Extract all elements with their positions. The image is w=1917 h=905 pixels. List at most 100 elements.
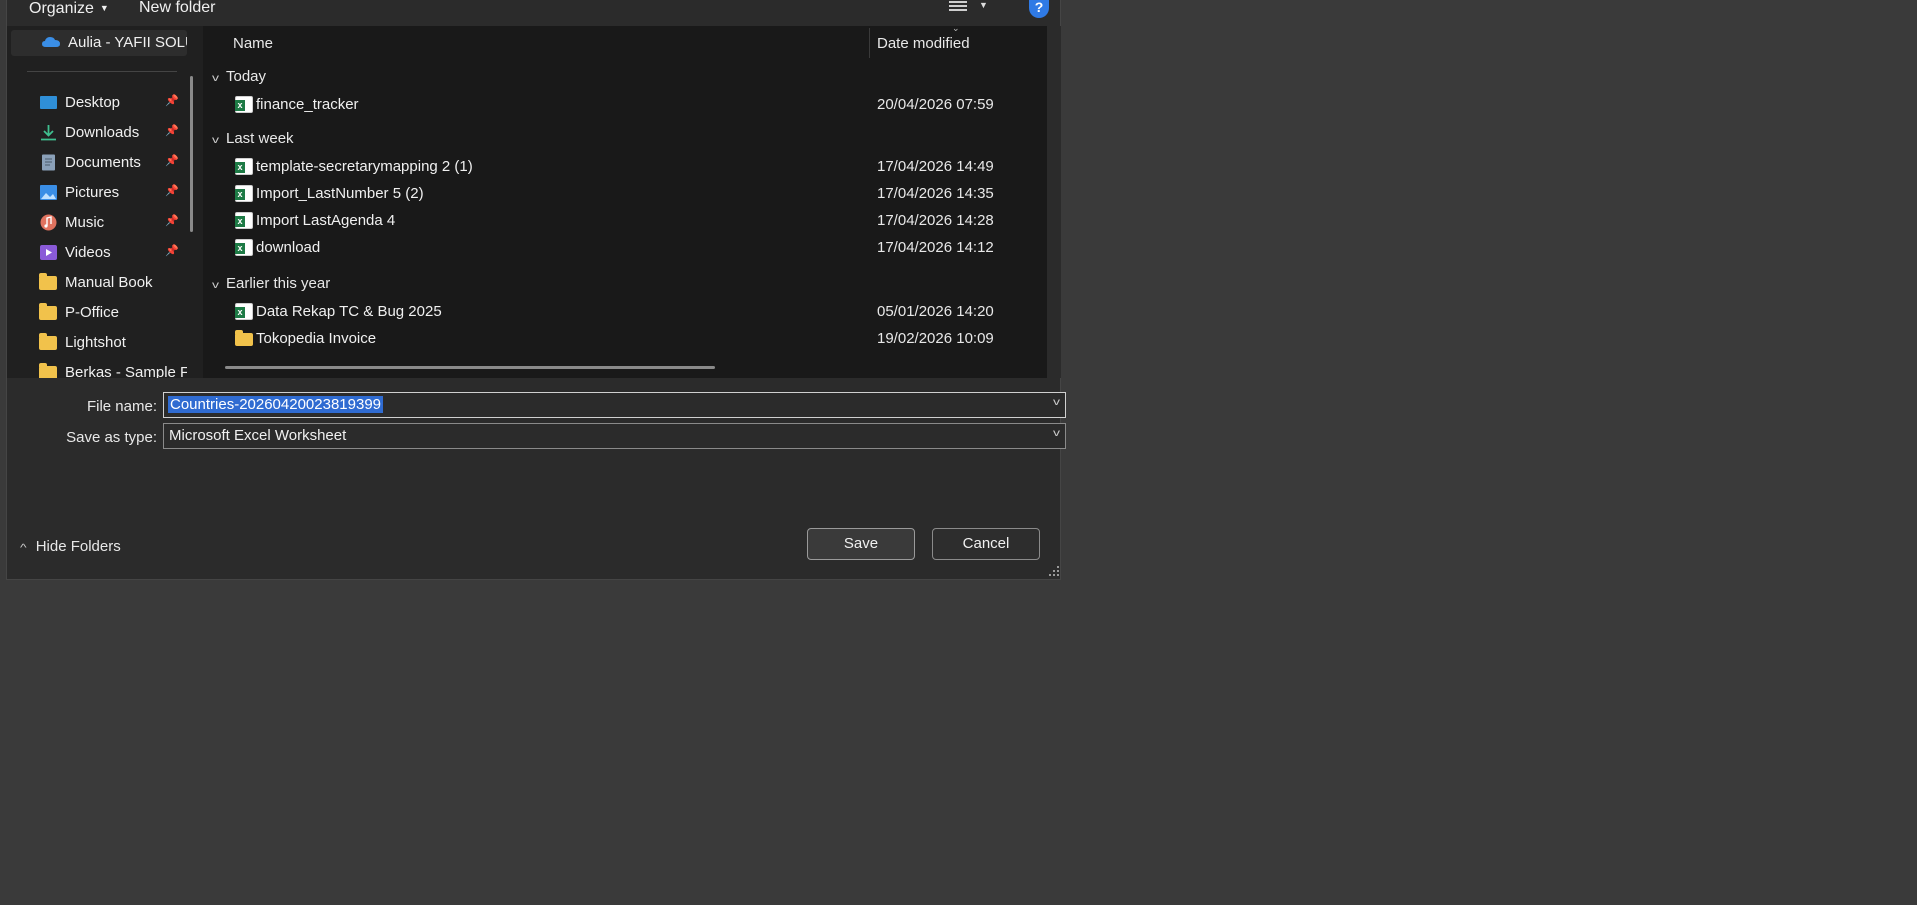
list-gutter: [1047, 26, 1061, 378]
file-list: Name ⌄ Date modified v Today finance_trac…: [203, 26, 1047, 378]
excel-file-icon: [235, 158, 253, 175]
nav-item-label: Documents: [65, 154, 141, 171]
list-view-icon: [949, 1, 967, 15]
column-name-header[interactable]: Name: [233, 35, 273, 52]
new-folder-button[interactable]: New folder: [139, 0, 215, 22]
excel-file-icon: [235, 239, 253, 256]
file-name: Import LastAgenda 4: [256, 212, 396, 229]
nav-item-p-office[interactable]: P-Office: [7, 300, 187, 326]
nav-item-label: Desktop: [65, 94, 121, 111]
nav-item-label: Pictures: [65, 184, 120, 201]
nav-scrollbar[interactable]: [190, 76, 193, 232]
file-row[interactable]: Data Rekap TC & Bug 2025 05/01/2026 14:2…: [203, 299, 1047, 325]
save-button[interactable]: Save: [807, 528, 915, 560]
nav-item-lightshot[interactable]: Lightshot: [7, 330, 187, 356]
chevron-down-icon: v: [212, 135, 219, 146]
chevron-up-icon: ^: [20, 543, 27, 554]
nav-item-videos[interactable]: Videos 📌: [7, 240, 187, 266]
save-as-dialog: Organize ▼ New folder ▼ ? Aulia - YAFII S…: [6, 0, 1066, 580]
excel-file-icon: [235, 185, 253, 202]
column-date-header[interactable]: Date modified: [877, 35, 970, 52]
nav-item-manual-book[interactable]: Manual Book: [7, 270, 187, 296]
toolbar: Organize ▼ New folder ▼ ?: [7, 0, 1060, 26]
pin-icon: 📌: [165, 95, 179, 107]
nav-item-label: Music: [65, 214, 105, 231]
hide-folders-label: Hide Folders: [35, 538, 121, 555]
nav-item-onedrive[interactable]: Aulia - YAFII SOLU: [11, 30, 187, 56]
nav-item-label: Videos: [65, 244, 111, 261]
videos-icon: [40, 245, 57, 260]
folder-icon: [39, 273, 57, 290]
nav-divider: [27, 71, 177, 72]
nav-item-desktop[interactable]: Desktop 📌: [7, 90, 187, 116]
excel-file-icon: [235, 303, 253, 320]
file-date: 19/02/2026 10:09: [877, 330, 994, 347]
file-name-label: File name:: [86, 398, 157, 415]
cancel-button[interactable]: Cancel: [932, 528, 1040, 560]
file-row[interactable]: download 17/04/2026 14:12: [203, 235, 1047, 261]
pin-icon: 📌: [165, 215, 179, 227]
folder-row[interactable]: Tokopedia Invoice 19/02/2026 10:09: [203, 326, 1047, 352]
file-name: finance_tracker: [256, 96, 359, 113]
nav-item-label: Manual Book: [65, 274, 153, 291]
nav-item-label: P-Office: [65, 304, 119, 321]
cloud-icon: [42, 37, 60, 47]
group-label: Today: [226, 68, 267, 85]
horizontal-scrollbar[interactable]: [225, 366, 715, 369]
file-date: 20/04/2026 07:59: [877, 96, 994, 113]
chevron-down-icon[interactable]: v: [1053, 397, 1060, 408]
save-type-select[interactable]: Microsoft Excel Worksheet v: [163, 423, 1066, 449]
pin-icon: 📌: [165, 155, 179, 167]
group-header-earlier-this-year[interactable]: v Earlier this year: [212, 275, 331, 299]
folder-icon: [39, 303, 57, 320]
file-name: Tokopedia Invoice: [256, 330, 377, 347]
folder-icon: [39, 333, 57, 350]
caret-down-icon: ▼: [99, 3, 109, 13]
chevron-down-icon: v: [212, 73, 219, 84]
organize-label: Organize: [29, 0, 94, 17]
folder-icon: [39, 363, 57, 378]
pictures-icon: [40, 185, 57, 200]
file-row[interactable]: Import LastAgenda 4 17/04/2026 14:28: [203, 208, 1047, 234]
excel-file-icon: [235, 212, 253, 229]
chevron-down-icon: v: [212, 280, 219, 291]
group-label: Earlier this year: [226, 275, 331, 292]
file-name: template-secretarymapping 2 (1): [256, 158, 473, 175]
group-header-today[interactable]: v Today: [212, 68, 267, 92]
nav-item-berkas[interactable]: Berkas - Sample F: [7, 360, 187, 378]
file-date: 05/01/2026 14:20: [877, 303, 994, 320]
nav-item-label: Downloads: [65, 124, 140, 141]
file-name-input[interactable]: Countries-20260420023819399 v: [163, 392, 1066, 418]
chevron-down-icon: v: [1053, 428, 1060, 439]
nav-item-pictures[interactable]: Pictures 📌: [7, 180, 187, 206]
file-row[interactable]: finance_tracker 20/04/2026 07:59: [203, 92, 1047, 118]
nav-item-documents[interactable]: Documents 📌: [7, 150, 187, 176]
help-button[interactable]: ?: [1029, 0, 1049, 18]
column-divider[interactable]: [869, 28, 870, 58]
file-date: 17/04/2026 14:49: [877, 158, 994, 175]
column-header: Name ⌄ Date modified: [203, 26, 1047, 60]
desktop-icon: [40, 96, 57, 109]
file-date: 17/04/2026 14:28: [877, 212, 994, 229]
folder-icon: [235, 330, 253, 346]
nav-item-label: Berkas - Sample F: [65, 364, 187, 378]
view-options-button[interactable]: ▼: [943, 0, 988, 20]
file-name: Import_LastNumber 5 (2): [256, 185, 424, 202]
excel-file-icon: [235, 96, 253, 113]
music-icon: [40, 214, 57, 231]
pin-icon: 📌: [165, 185, 179, 197]
resize-grip-icon[interactable]: [1049, 566, 1059, 576]
hide-folders-button[interactable]: ^ Hide Folders: [20, 538, 121, 555]
nav-item-music[interactable]: Music 📌: [7, 210, 187, 236]
file-row[interactable]: Import_LastNumber 5 (2) 17/04/2026 14:35: [203, 181, 1047, 207]
pin-icon: 📌: [165, 125, 179, 137]
documents-icon: [42, 154, 55, 171]
organize-button[interactable]: Organize ▼: [29, 0, 109, 22]
caret-down-icon: ▼: [979, 0, 988, 10]
group-header-last-week[interactable]: v Last week: [212, 130, 294, 154]
file-row[interactable]: template-secretarymapping 2 (1) 17/04/20…: [203, 154, 1047, 180]
download-icon: [41, 125, 56, 141]
nav-item-downloads[interactable]: Downloads 📌: [7, 120, 187, 146]
file-name: Data Rekap TC & Bug 2025: [256, 303, 442, 320]
save-type-label: Save as type:: [66, 429, 157, 446]
